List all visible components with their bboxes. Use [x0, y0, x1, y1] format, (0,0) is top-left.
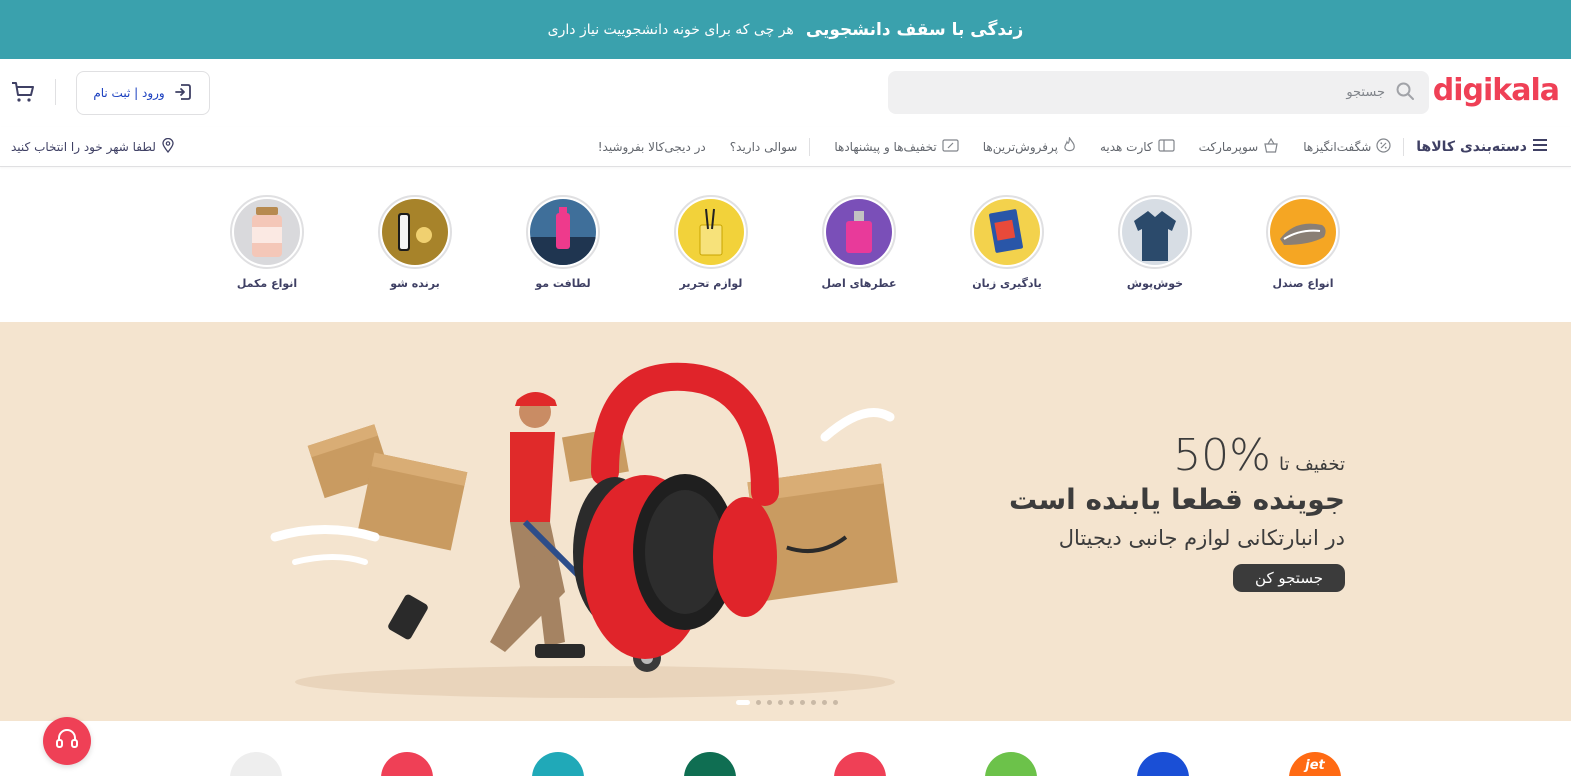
- nav-item-label: شگفت‌انگیزها: [1303, 139, 1372, 154]
- hero-illustration: [270, 362, 898, 698]
- shirt-image: [1122, 199, 1188, 265]
- location-pin-icon: [162, 137, 174, 156]
- sandal-image: [1270, 199, 1336, 265]
- nav-item-supermarket[interactable]: سوپرمارکت: [1198, 137, 1280, 156]
- hero-subline: در انبارتکانی لوازم جانبی دیجیتال: [1058, 526, 1345, 550]
- story-label: انواع صندل: [1272, 277, 1334, 290]
- brand-shortcut[interactable]: [532, 752, 584, 776]
- percent-icon: [1376, 137, 1391, 156]
- story-label: برنده شو: [390, 277, 440, 290]
- carousel-dot-active[interactable]: [736, 700, 750, 705]
- basket-icon: [1263, 137, 1279, 156]
- brand-shortcut[interactable]: [684, 752, 736, 776]
- brand-jet-label: jet: [1305, 758, 1325, 773]
- carousel-dot[interactable]: [811, 700, 816, 705]
- prize-image: [382, 199, 448, 265]
- cart-icon[interactable]: [10, 79, 36, 105]
- search-box[interactable]: [888, 71, 1429, 114]
- story-label: لطافت مو: [535, 277, 591, 290]
- city-label: لطفا شهر خود را انتخاب کنید: [11, 140, 156, 154]
- nav-item-offers[interactable]: تخفیف‌ها و پیشنهادها: [834, 138, 959, 155]
- nav-divider: [809, 137, 811, 156]
- hero-cta-button[interactable]: جستجو کن: [1233, 564, 1345, 592]
- banner-title: زندگی با سقف دانشجویی: [805, 19, 1024, 40]
- brand-shortcut[interactable]: [834, 752, 886, 776]
- story-item[interactable]: برنده شو: [370, 195, 460, 290]
- brand-shortcut[interactable]: [381, 752, 433, 776]
- site-header: digikala ورود | ثبت نام: [0, 59, 1571, 127]
- story-item[interactable]: انواع مکمل: [222, 195, 312, 290]
- coupon-icon: [942, 138, 959, 155]
- story-label: یادگیری زبان: [972, 277, 1042, 290]
- story-item[interactable]: لوازم تحریر: [666, 195, 756, 290]
- hero-discount-value: 50%: [1173, 430, 1271, 481]
- login-icon: [173, 82, 193, 105]
- brand-jet[interactable]: jet: [1289, 752, 1341, 776]
- nav-item-label: پرفروش‌ترین‌ها: [982, 139, 1058, 154]
- categories-menu[interactable]: دسته‌بندی کالاها: [1416, 138, 1547, 155]
- login-button[interactable]: ورود | ثبت نام: [76, 71, 210, 115]
- fire-icon: [1063, 136, 1076, 156]
- nav-item-label: کارت هدیه: [1099, 139, 1153, 154]
- categories-label: دسته‌بندی کالاها: [1416, 138, 1527, 155]
- service-shortcuts: jet: [0, 721, 1571, 776]
- nav-faq-link[interactable]: سوالی دارید؟: [730, 140, 798, 154]
- hero-headline: جوینده قطعا یابنده است: [1009, 483, 1345, 516]
- perfume-image: [826, 199, 892, 265]
- carousel-dot[interactable]: [833, 700, 838, 705]
- search-icon: [1395, 81, 1415, 105]
- story-categories: انواع صندل خوش‌پوش یادگیری زبان عطرهای ا…: [0, 167, 1571, 322]
- brand-shortcut[interactable]: [230, 752, 282, 776]
- gift-card-icon: [1158, 138, 1175, 155]
- search-input[interactable]: [915, 85, 1385, 100]
- header-divider: [55, 79, 56, 105]
- story-label: انواع مکمل: [236, 277, 298, 290]
- hamburger-icon: [1533, 138, 1547, 155]
- story-item[interactable]: انواع صندل: [1258, 195, 1348, 290]
- carousel-dot[interactable]: [822, 700, 827, 705]
- hero-discount-label: تخفیف تا: [1278, 454, 1345, 475]
- carousel-dot[interactable]: [756, 700, 761, 705]
- nav-sell-link[interactable]: در دیجی‌کالا بفروشید!: [598, 140, 706, 154]
- hero-discount: تخفیف تا 50%: [1009, 430, 1345, 481]
- stationery-image: [678, 199, 744, 265]
- carousel-dots: [736, 700, 838, 705]
- nav-item-gift-card[interactable]: کارت هدیه: [1099, 138, 1175, 155]
- login-label: ورود | ثبت نام: [93, 86, 165, 100]
- story-item[interactable]: یادگیری زبان: [962, 195, 1052, 290]
- story-item[interactable]: خوش‌پوش: [1110, 195, 1200, 290]
- hair-care-image: [530, 199, 596, 265]
- digikala-logo[interactable]: digikala: [1433, 73, 1560, 108]
- city-selector[interactable]: لطفا شهر خود را انتخاب کنید: [11, 137, 174, 156]
- story-item[interactable]: لطافت مو: [518, 195, 608, 290]
- nav-item-bestsellers[interactable]: پرفروش‌ترین‌ها: [982, 136, 1076, 156]
- support-button[interactable]: [43, 717, 91, 765]
- story-label: عطرهای اصل: [821, 277, 897, 290]
- carousel-dot[interactable]: [778, 700, 783, 705]
- nav-item-amazing[interactable]: شگفت‌انگیزها: [1303, 137, 1391, 156]
- nav-divider: [1403, 137, 1405, 156]
- supplement-image: [234, 199, 300, 265]
- nav-item-label: تخفیف‌ها و پیشنهادها: [834, 139, 937, 154]
- top-promo-banner[interactable]: زندگی با سقف دانشجویی هر چی که برای خونه…: [0, 0, 1571, 59]
- main-nav: دسته‌بندی کالاها شگفت‌انگیزها سوپرمارکت …: [0, 127, 1571, 167]
- brand-shortcut[interactable]: [985, 752, 1037, 776]
- book-image: [974, 199, 1040, 265]
- carousel-dot[interactable]: [789, 700, 794, 705]
- hero-text-block: تخفیف تا 50% جوینده قطعا یابنده است در ا…: [1009, 430, 1345, 592]
- nav-item-label: سوپرمارکت: [1198, 139, 1259, 154]
- story-label: لوازم تحریر: [679, 277, 743, 290]
- headset-icon: [54, 726, 80, 756]
- banner-subtitle: هر چی که برای خونه دانشجوییت نیاز داری: [547, 21, 794, 38]
- story-item[interactable]: عطرهای اصل: [814, 195, 904, 290]
- brand-shortcut[interactable]: [1137, 752, 1189, 776]
- story-label: خوش‌پوش: [1126, 277, 1184, 290]
- hero-carousel[interactable]: تخفیف تا 50% جوینده قطعا یابنده است در ا…: [0, 322, 1571, 721]
- carousel-dot[interactable]: [767, 700, 772, 705]
- carousel-dot[interactable]: [800, 700, 805, 705]
